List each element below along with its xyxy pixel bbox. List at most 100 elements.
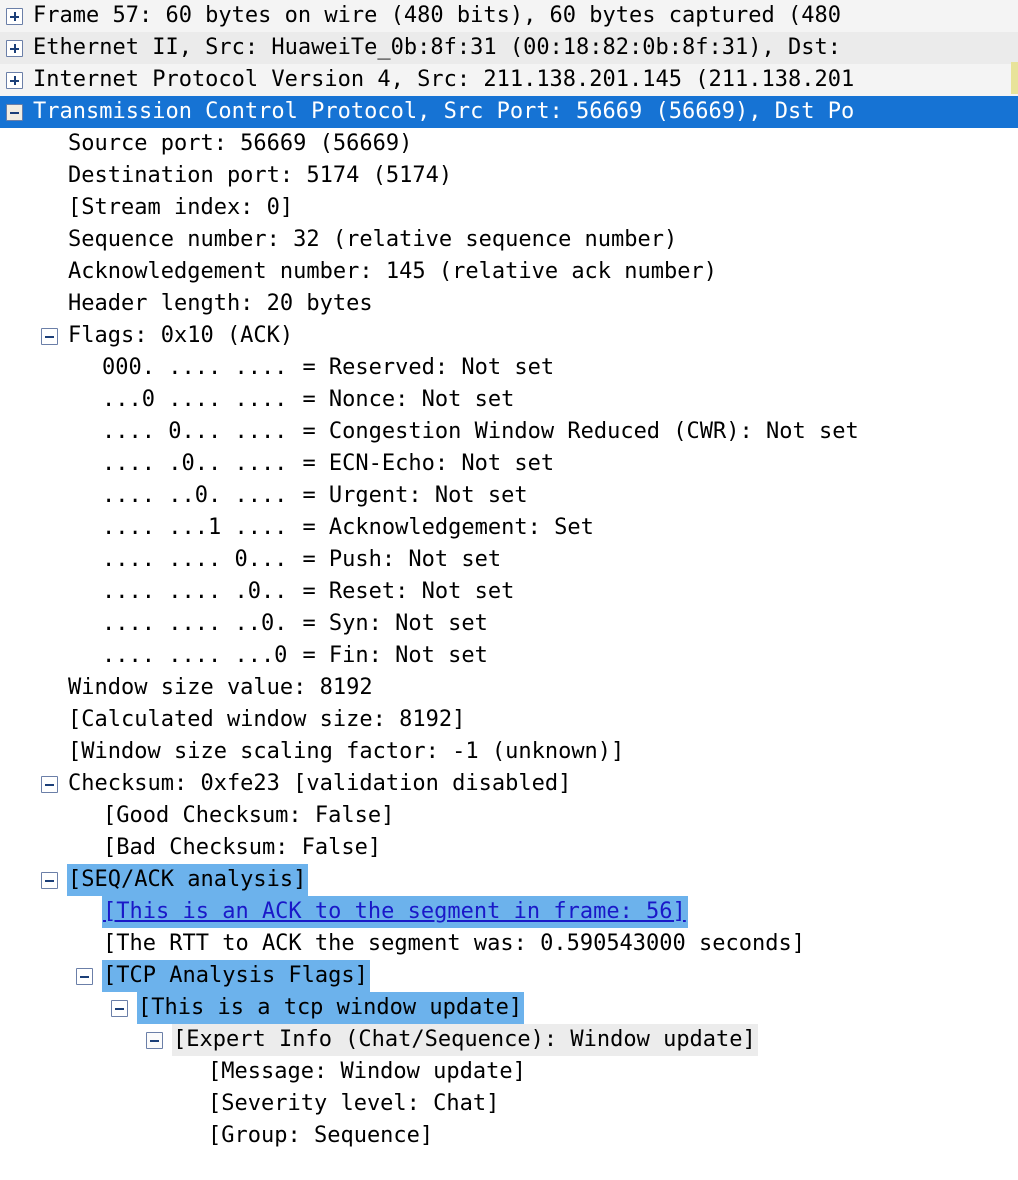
tree-row-destination-port[interactable]: Destination port: 5174 (5174) [0,160,1018,192]
tree-row-label: = Congestion Window Reduced (CWR): Not s… [302,419,859,444]
tree-row-sequence-number[interactable]: Sequence number: 32 (relative sequence n… [0,224,1018,256]
tree-row-label: = Urgent: Not set [302,483,528,508]
flag-bit-pattern: .... .... ...0 [102,643,288,668]
flag-bit-pattern: .... 0... .... [102,419,288,444]
tree-row-calculated-window-size[interactable]: [Calculated window size: 8192] [0,704,1018,736]
tree-row-label: = Fin: Not set [302,643,488,668]
tree-no-toggle-spacer [181,1064,198,1081]
tree-row-flag-ecn-echo[interactable]: .... .0.. .... = ECN-Echo: Not set [0,448,1018,480]
packet-details-tree[interactable]: Frame 57: 60 bytes on wire (480 bits), 6… [0,0,1018,1180]
tree-row-tcp-analysis-flags[interactable]: [TCP Analysis Flags] [0,960,1018,992]
flag-bit-pattern: .... ..0. .... [102,483,288,508]
tree-row-label: = Reserved: Not set [302,355,555,380]
tree-no-toggle-spacer [76,456,93,473]
flag-bit-pattern: 000. .... .... [102,355,288,380]
tree-row-window-size-value[interactable]: Window size value: 8192 [0,672,1018,704]
tree-no-toggle-spacer [41,168,58,185]
tree-row-label: Destination port: 5174 (5174) [68,163,453,188]
tree-row-label: Header length: 20 bytes [68,291,373,316]
tree-row-label: Ethernet II, Src: HuaweiTe_0b:8f:31 (00:… [33,35,841,60]
tree-row-label: [Window size scaling factor: -1 (unknown… [68,739,625,764]
tree-row-label: Flags: 0x10 (ACK) [68,323,294,348]
tree-row-label: Window size value: 8192 [68,675,373,700]
tree-row-flag-fin[interactable]: .... .... ...0 = Fin: Not set [0,640,1018,672]
expand-plus-icon[interactable] [6,39,23,57]
tree-row-flag-cwr[interactable]: .... 0... .... = Congestion Window Reduce… [0,416,1018,448]
tree-row-label: = Nonce: Not set [302,387,515,412]
tree-row-label: Sequence number: 32 (relative sequence n… [68,227,678,252]
tree-no-toggle-spacer [41,680,58,697]
tree-row-expert-message[interactable]: [Message: Window update] [0,1056,1018,1088]
collapse-minus-icon[interactable] [41,871,58,889]
tree-row-seq-ack-analysis[interactable]: [SEQ/ACK analysis] [0,864,1018,896]
tree-no-toggle-spacer [76,648,93,665]
tree-no-toggle-spacer [181,1096,198,1113]
tree-row-label: Checksum: 0xfe23 [validation disabled] [68,771,572,796]
tree-row-label: Acknowledgement number: 145 (relative ac… [68,259,718,284]
tree-row-label: = Acknowledgement: Set [302,515,594,540]
tree-row-good-checksum[interactable]: [Good Checksum: False] [0,800,1018,832]
tree-row-tcp[interactable]: Transmission Control Protocol, Src Port:… [0,96,1018,128]
tree-no-toggle-spacer [41,712,58,729]
tree-row-flag-push[interactable]: .... .... 0... = Push: Not set [0,544,1018,576]
tree-row-ipv4[interactable]: Internet Protocol Version 4, Src: 211.13… [0,64,1018,96]
tree-row-rtt-to-ack[interactable]: [The RTT to ACK the segment was: 0.59054… [0,928,1018,960]
tree-row-label: [Stream index: 0] [68,195,294,220]
tree-no-toggle-spacer [181,1128,198,1145]
tree-row-label: [Message: Window update] [208,1059,526,1084]
tree-row-flag-acknowledgement[interactable]: .... ...1 .... = Acknowledgement: Set [0,512,1018,544]
tree-row-label: = Syn: Not set [302,611,488,636]
flag-bit-pattern: .... ...1 .... [102,515,288,540]
tree-row-source-port[interactable]: Source port: 56669 (56669) [0,128,1018,160]
tree-row-label: [Group: Sequence] [208,1123,434,1148]
tree-row-tcp-window-update[interactable]: [This is a tcp window update] [0,992,1018,1024]
tree-row-ack-to-segment-link[interactable]: [This is an ACK to the segment in frame:… [0,896,1018,928]
tree-row-ethernet[interactable]: Ethernet II, Src: HuaweiTe_0b:8f:31 (00:… [0,32,1018,64]
tree-row-label: Internet Protocol Version 4, Src: 211.13… [33,67,855,92]
tree-row-label: [Bad Checksum: False] [103,835,382,860]
tree-row-flag-urgent[interactable]: .... ..0. .... = Urgent: Not set [0,480,1018,512]
tree-no-toggle-spacer [76,808,93,825]
flag-bit-pattern: .... .... 0... [102,547,288,572]
flag-bit-pattern: ...0 .... .... [102,387,288,412]
tree-row-flags[interactable]: Flags: 0x10 (ACK) [0,320,1018,352]
tree-row-window-scaling-factor[interactable]: [Window size scaling factor: -1 (unknown… [0,736,1018,768]
tree-no-toggle-spacer [76,360,93,377]
tree-no-toggle-spacer [41,296,58,313]
collapse-minus-icon[interactable] [6,103,23,121]
tree-no-toggle-spacer [76,424,93,441]
tree-row-header-length[interactable]: Header length: 20 bytes [0,288,1018,320]
tree-row-label: [Expert Info (Chat/Sequence): Window upd… [172,1024,758,1056]
tree-no-toggle-spacer [76,520,93,537]
tree-row-label: [This is a tcp window update] [137,992,525,1024]
tree-row-bad-checksum[interactable]: [Bad Checksum: False] [0,832,1018,864]
collapse-minus-icon[interactable] [76,967,93,985]
tree-row-expert-severity[interactable]: [Severity level: Chat] [0,1088,1018,1120]
tree-row-label[interactable]: [This is an ACK to the segment in frame:… [102,896,688,928]
collapse-minus-icon[interactable] [146,1031,163,1049]
tree-row-label: [Severity level: Chat] [208,1091,500,1116]
collapse-minus-icon[interactable] [41,775,58,793]
tree-row-stream-index[interactable]: [Stream index: 0] [0,192,1018,224]
tree-row-expert-group[interactable]: [Group: Sequence] [0,1120,1018,1152]
tree-row-label: [TCP Analysis Flags] [102,960,370,992]
tree-row-frame[interactable]: Frame 57: 60 bytes on wire (480 bits), 6… [0,0,1018,32]
tree-no-toggle-spacer [41,232,58,249]
tree-row-flag-syn[interactable]: .... .... ..0. = Syn: Not set [0,608,1018,640]
tree-row-label: [SEQ/ACK analysis] [67,864,309,896]
tree-no-toggle-spacer [76,488,93,505]
tree-row-flag-nonce[interactable]: ...0 .... .... = Nonce: Not set [0,384,1018,416]
expand-plus-icon[interactable] [6,7,23,25]
tree-row-expert-info[interactable]: [Expert Info (Chat/Sequence): Window upd… [0,1024,1018,1056]
tree-no-toggle-spacer [76,904,93,921]
tree-row-acknowledgement-number[interactable]: Acknowledgement number: 145 (relative ac… [0,256,1018,288]
collapse-minus-icon[interactable] [41,327,58,345]
collapse-minus-icon[interactable] [111,999,128,1017]
tree-row-label: = Push: Not set [302,547,502,572]
tree-row-flag-reserved[interactable]: 000. .... .... = Reserved: Not set [0,352,1018,384]
flag-bit-pattern: .... .... .0.. [102,579,288,604]
tree-row-label: [The RTT to ACK the segment was: 0.59054… [103,931,805,956]
tree-row-flag-reset[interactable]: .... .... .0.. = Reset: Not set [0,576,1018,608]
expand-plus-icon[interactable] [6,71,23,89]
tree-row-checksum[interactable]: Checksum: 0xfe23 [validation disabled] [0,768,1018,800]
